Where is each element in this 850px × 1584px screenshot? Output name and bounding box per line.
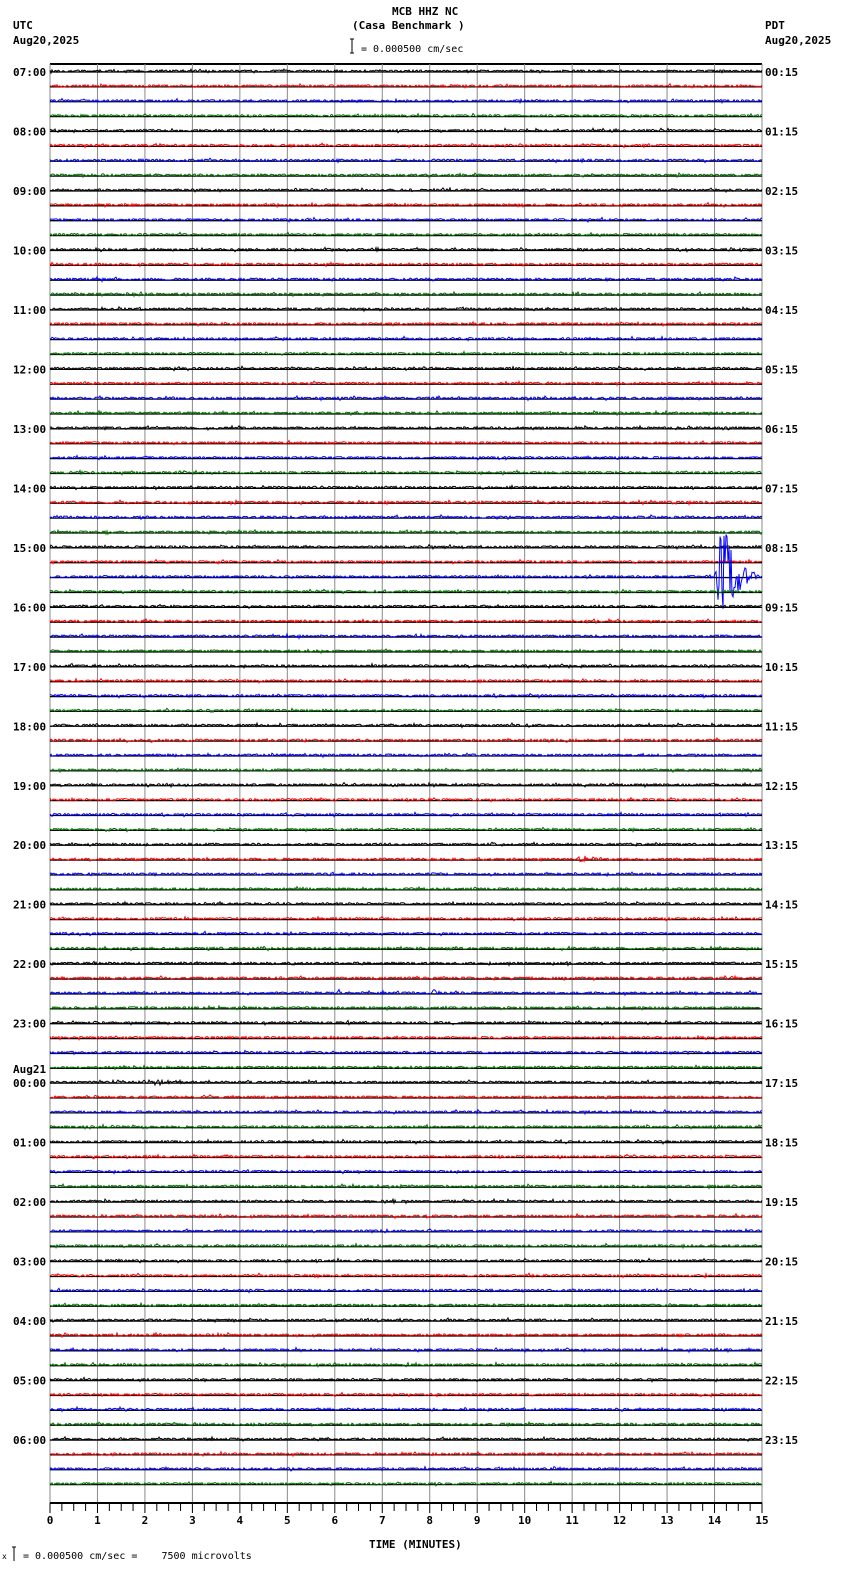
utc-hour-label: 01:00	[13, 1137, 46, 1150]
pdt-hour-label: 04:15	[765, 304, 798, 317]
right-timezone: PDT	[765, 19, 785, 32]
pdt-hour-label: 06:15	[765, 423, 798, 436]
utc-hour-label: 13:00	[13, 423, 46, 436]
utc-hour-label: 12:00	[13, 363, 46, 376]
left-date: Aug20,2025	[13, 34, 79, 47]
seismogram: MCB HHZ NC (Casa Benchmark ) UTC Aug20,2…	[2, 5, 831, 1562]
station-title: MCB HHZ NC	[392, 5, 458, 18]
utc-hour-label: 11:00	[13, 304, 46, 317]
pdt-hour-label: 09:15	[765, 601, 798, 614]
pdt-hour-label: 02:15	[765, 185, 798, 198]
scale-bar-icon	[350, 38, 354, 54]
pdt-hour-label: 12:15	[765, 780, 798, 793]
utc-hour-label: 15:00	[13, 542, 46, 555]
x-tick-label: 3	[189, 1514, 196, 1527]
x-tick-label: 9	[474, 1514, 481, 1527]
pdt-hour-label: 07:15	[765, 482, 798, 495]
x-axis: 0 1 2 3 4 5 6 7 8 9 10 11 12 13 14 15	[47, 1502, 769, 1527]
utc-hour-label: 08:00	[13, 125, 46, 138]
utc-hour-label: 17:00	[13, 661, 46, 674]
x-tick-label: 2	[142, 1514, 149, 1527]
traces	[49, 67, 763, 1487]
pdt-hour-label: 11:15	[765, 720, 798, 733]
pdt-hour-label: 17:15	[765, 1077, 798, 1090]
x-tick-label: 6	[331, 1514, 338, 1527]
pdt-hour-label: 20:15	[765, 1256, 798, 1269]
pdt-hour-label: 15:15	[765, 958, 798, 971]
x-tick-label: 7	[379, 1514, 386, 1527]
x-tick-label: 13	[660, 1514, 673, 1527]
x-tick-label: 14	[708, 1514, 722, 1527]
x-tick-label: 4	[237, 1514, 244, 1527]
pdt-hour-label: 03:15	[765, 244, 798, 257]
x-tick-label: 11	[566, 1514, 580, 1527]
pdt-hour-label: 23:15	[765, 1434, 798, 1447]
utc-hour-label: 02:00	[13, 1196, 46, 1209]
pdt-hour-label: 22:15	[765, 1375, 798, 1388]
footer-scale-text: = 0.000500 cm/sec = 7500 microvolts	[23, 1551, 252, 1562]
x-tick-label: 15	[755, 1514, 768, 1527]
utc-hour-label: 22:00	[13, 958, 46, 971]
utc-hour-label: 20:00	[13, 839, 46, 852]
scale-text: = 0.000500 cm/sec	[361, 44, 463, 55]
pdt-hour-label: 08:15	[765, 542, 798, 555]
x-tick-label: 0	[47, 1514, 54, 1527]
pdt-hour-label: 18:15	[765, 1137, 798, 1150]
x-tick-label: 8	[426, 1514, 433, 1527]
utc-hour-label: 23:00	[13, 1018, 46, 1031]
pdt-hour-label: 10:15	[765, 661, 798, 674]
x-axis-label: TIME (MINUTES)	[369, 1538, 462, 1551]
utc-hour-label: 03:00	[13, 1256, 46, 1269]
pdt-hour-label: 13:15	[765, 839, 798, 852]
pdt-hour-label: 05:15	[765, 363, 798, 376]
utc-hour-label: 05:00	[13, 1375, 46, 1388]
utc-hour-label: 19:00	[13, 780, 46, 793]
left-timezone: UTC	[13, 19, 33, 32]
footer-scale-bar-icon	[12, 1546, 16, 1561]
x-tick-label: 10	[518, 1514, 531, 1527]
date-change-label: Aug21	[13, 1063, 46, 1076]
trace-68	[49, 1078, 763, 1087]
right-date: Aug20,2025	[765, 34, 831, 47]
pdt-hour-label: 00:15	[765, 66, 798, 79]
utc-hour-label: 21:00	[13, 899, 46, 912]
utc-hour-label: 18:00	[13, 720, 46, 733]
x-tick-label: 1	[94, 1514, 101, 1527]
utc-hour-label: 10:00	[13, 244, 46, 257]
station-subtitle: (Casa Benchmark )	[352, 19, 465, 32]
utc-hour-label: 07:00	[13, 66, 46, 79]
pdt-hour-label: 01:15	[765, 125, 798, 138]
pdt-hour-label: 19:15	[765, 1196, 798, 1209]
pdt-hour-label: 14:15	[765, 899, 798, 912]
utc-hour-label: 09:00	[13, 185, 46, 198]
x-tick-label: 12	[613, 1514, 626, 1527]
pdt-hour-label: 16:15	[765, 1018, 798, 1031]
utc-hour-label: 04:00	[13, 1315, 46, 1328]
utc-hour-label: 16:00	[13, 601, 46, 614]
pdt-hour-label: 21:15	[765, 1315, 798, 1328]
footer-marker: x	[2, 1552, 7, 1561]
utc-hour-label: 06:00	[13, 1434, 46, 1447]
utc-hour-label: 00:00	[13, 1077, 46, 1090]
utc-hour-label: 14:00	[13, 482, 46, 495]
x-tick-label: 5	[284, 1514, 291, 1527]
